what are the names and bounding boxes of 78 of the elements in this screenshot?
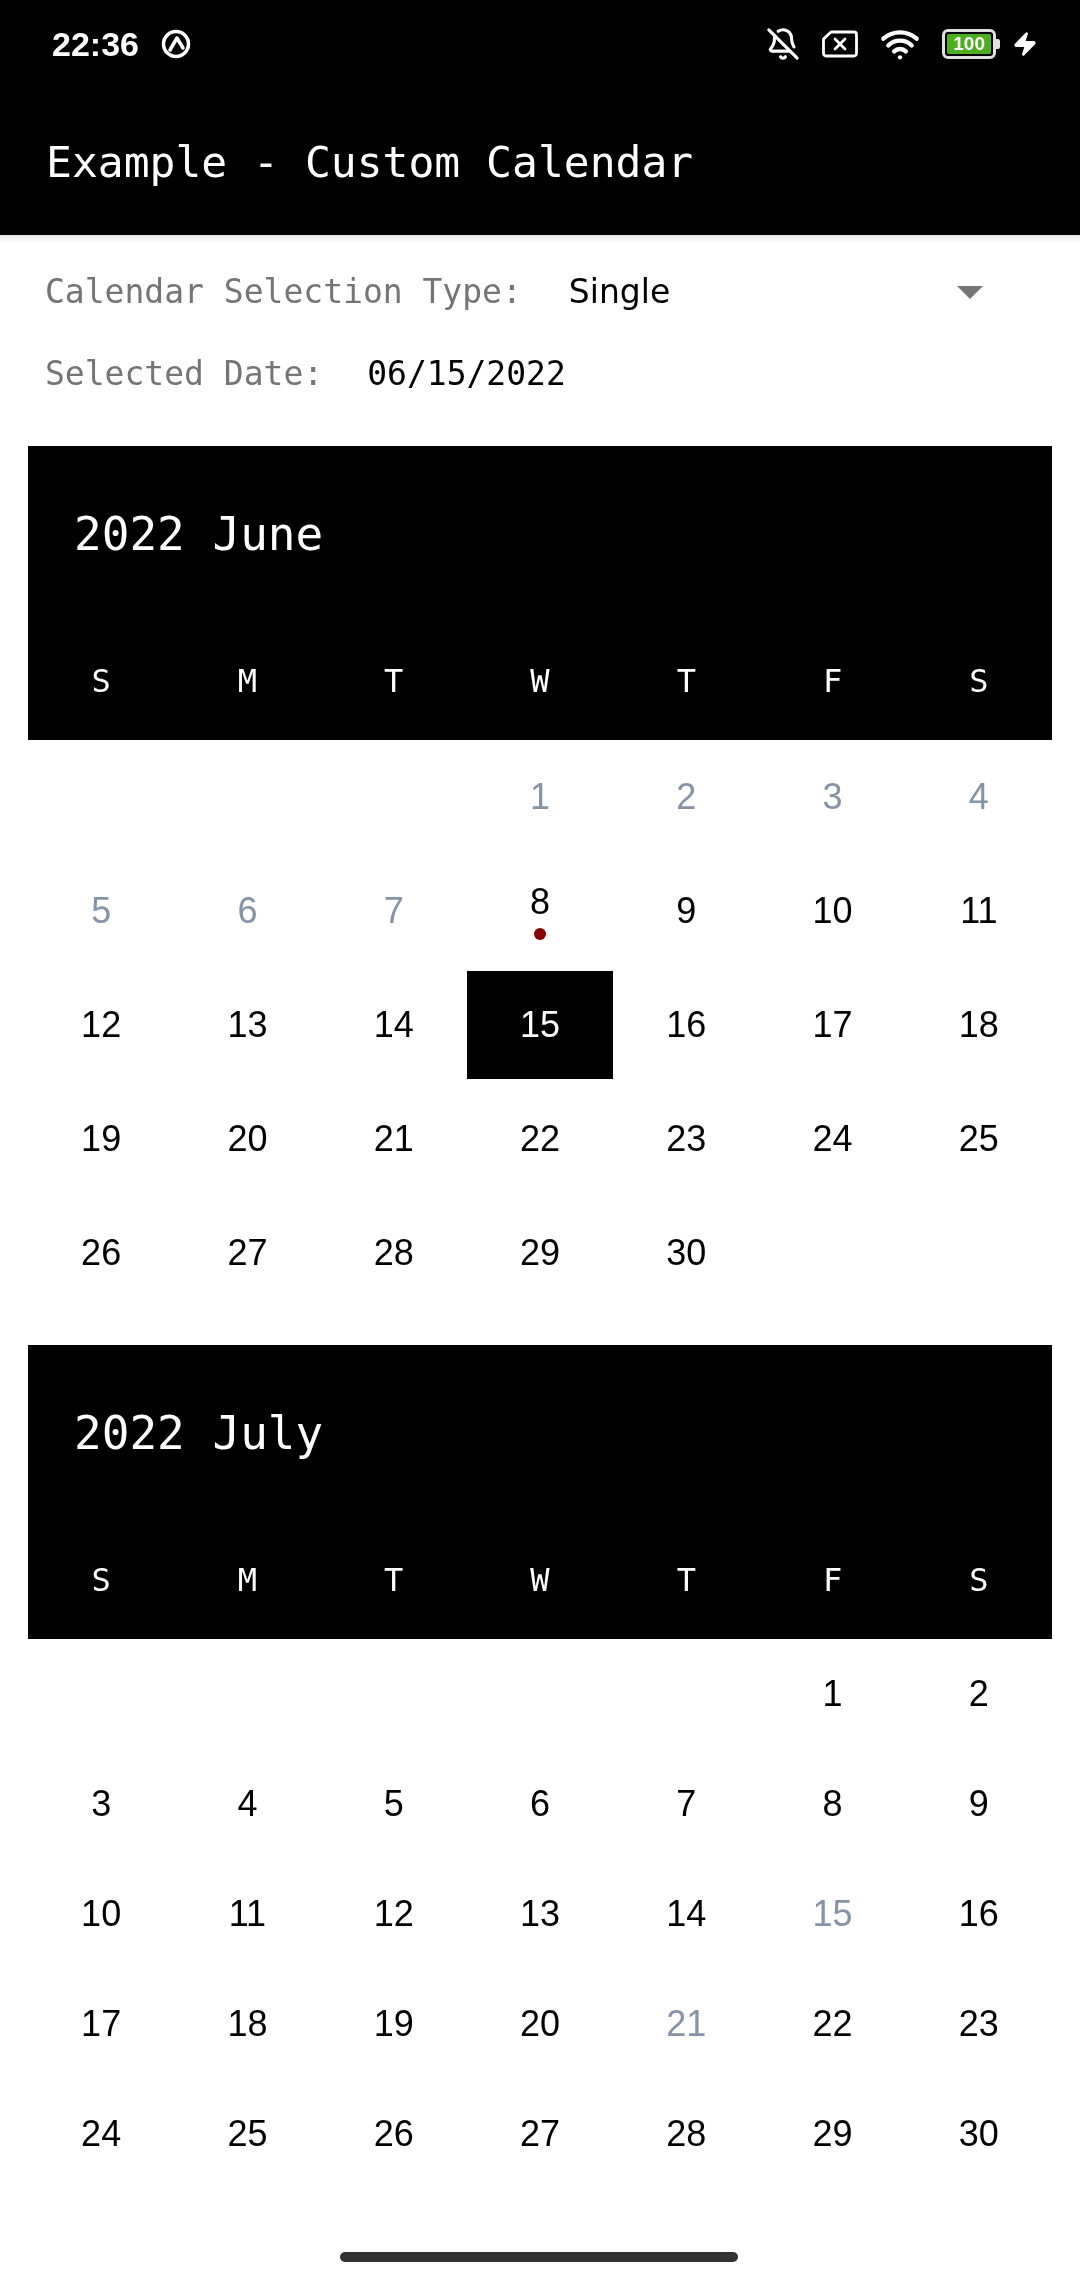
status-time: 22:36 [52,24,139,64]
calendar-day[interactable]: 14 [613,1860,760,1968]
calendar-day[interactable]: 3 [28,1750,175,1858]
calendar-day[interactable]: 6 [466,1750,614,1858]
weekday-label: F [822,1560,843,1600]
weekday-label: S [91,1560,111,1600]
battery-percent: 100 [947,34,991,54]
weekday-label: T [384,1560,404,1600]
calendar-day[interactable]: 5 [320,1750,467,1858]
calendar-day[interactable]: 17 [28,1970,175,2078]
calendar-day[interactable]: 30 [613,1199,760,1307]
calendar-day[interactable]: 15 [466,971,614,1079]
calendar-day[interactable]: 14 [320,971,467,1079]
calendar-day[interactable]: 13 [466,1860,614,1968]
calendar-day[interactable]: 12 [320,1860,467,1968]
calendar-day[interactable]: 12 [28,971,175,1079]
calendar-day[interactable]: 17 [759,971,906,1079]
sim-card-x-icon [822,30,859,58]
weekday-label: M [237,661,258,701]
calendar-day[interactable]: 24 [759,1085,906,1193]
calendar-day[interactable]: 30 [905,2080,1052,2188]
calendar-day[interactable]: 22 [466,1085,614,1193]
calendar-day[interactable]: 25 [174,2080,321,2188]
bell-off-icon [766,27,801,61]
calendar-day[interactable]: 26 [28,1199,175,1307]
calendar-day[interactable]: 27 [174,1199,321,1307]
dropdown-caret-icon [957,285,983,299]
weekday-label: T [384,661,404,701]
selection-type-label: Calendar Selection Type: [45,272,522,312]
calendar-day[interactable]: 28 [613,2080,760,2188]
selected-date-label: Selected Date: [45,354,324,394]
month-title: 2022 July [74,1405,324,1461]
calendar-day[interactable]: 23 [613,1085,760,1193]
calendar-day[interactable]: 20 [466,1970,614,2078]
calendar-day[interactable]: 8 [466,857,614,965]
selection-type-dropdown[interactable]: Single [551,257,1000,327]
calendar-day[interactable]: 10 [28,1860,175,1968]
calendar-day[interactable]: 16 [613,971,760,1079]
calendar-day[interactable]: 29 [466,1199,614,1307]
weekday-label: W [530,1560,550,1600]
weekday-label: T [676,661,696,701]
calendar-day[interactable]: 29 [759,2080,906,2188]
calendar-day[interactable]: 23 [905,1970,1052,2078]
weekday-label: F [822,661,843,701]
calendar-day[interactable]: 8 [759,1750,906,1858]
calendar-day[interactable]: 10 [759,857,906,965]
calendar-day[interactable]: 1 [759,1640,906,1748]
calendar-day[interactable]: 19 [28,1085,175,1193]
calendar-day[interactable]: 24 [28,2080,175,2188]
calendar-day[interactable]: 18 [174,1970,321,2078]
calendar-day[interactable]: 11 [174,1860,321,1968]
app-title: Example - Custom Calendar [46,135,694,188]
calendar-day[interactable]: 22 [759,1970,906,2078]
calendar-day[interactable]: 19 [320,1970,467,2078]
month-title: 2022 June [74,506,324,562]
weekday-label: W [530,661,550,701]
calendar-day[interactable]: 2 [905,1640,1052,1748]
calendar-day[interactable]: 9 [613,857,760,965]
calendar-day[interactable]: 7 [613,1750,760,1858]
calendar-day[interactable]: 13 [174,971,321,1079]
calendar-day[interactable]: 27 [466,2080,614,2188]
selected-date-value: 06/15/2022 [367,354,566,394]
calendar-day[interactable]: 4 [174,1750,321,1858]
weekday-label: S [969,1560,989,1600]
calendar-day[interactable]: 16 [905,1860,1052,1968]
weekday-label: S [969,661,989,701]
calendar-day[interactable]: 11 [905,857,1052,965]
calendar-day[interactable]: 26 [320,2080,467,2188]
calendar-day[interactable]: 9 [905,1750,1052,1858]
calendar-day[interactable]: 18 [905,971,1052,1079]
weekday-label: T [676,1560,696,1600]
calendar-day[interactable]: 25 [905,1085,1052,1193]
weekday-label: M [237,1560,258,1600]
calendar-day[interactable]: 20 [174,1085,321,1193]
calendar-day[interactable]: 28 [320,1199,467,1307]
weekday-label: S [91,661,111,701]
calendar-day[interactable]: 21 [320,1085,467,1193]
lightning-bolt-icon [1012,31,1038,57]
